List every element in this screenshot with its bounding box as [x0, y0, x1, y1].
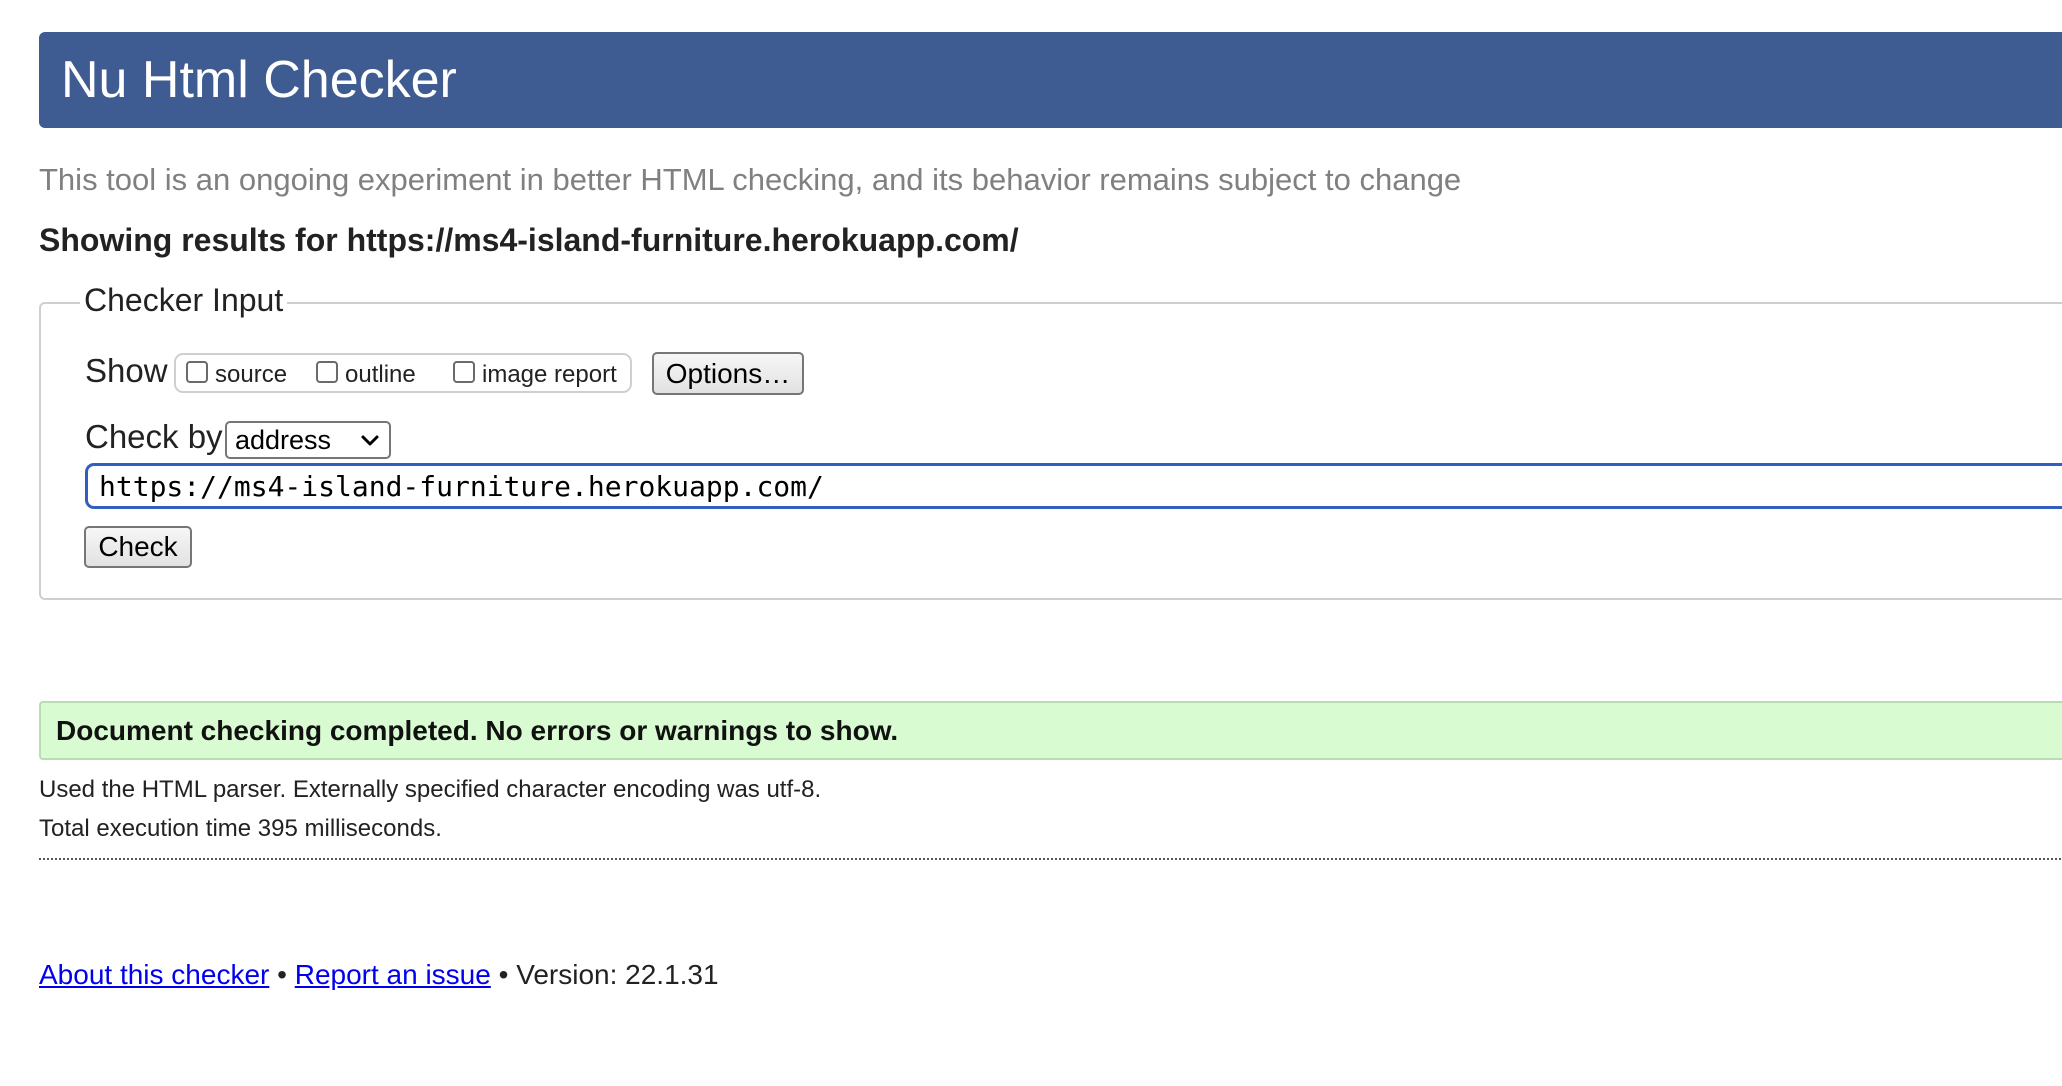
- divider: [39, 858, 2062, 860]
- image-report-checkbox-label[interactable]: image report: [482, 361, 617, 389]
- execution-time: Total execution time 395 milliseconds.: [39, 815, 442, 842]
- source-checkbox-label[interactable]: source: [215, 361, 287, 389]
- success-message: Document checking completed. No errors o…: [39, 701, 2062, 760]
- image-report-checkbox[interactable]: [453, 361, 475, 383]
- show-options-group: source outline image report: [174, 353, 632, 393]
- chevron-down-icon: [361, 435, 379, 446]
- url-input-value: https://ms4-island-furniture.herokuapp.c…: [99, 469, 824, 503]
- report-issue-link[interactable]: Report an issue: [295, 959, 491, 990]
- url-input[interactable]: https://ms4-island-furniture.herokuapp.c…: [85, 463, 2062, 509]
- show-outline-option[interactable]: outline: [316, 357, 416, 393]
- check-by-selected-value: address: [235, 424, 332, 455]
- footer-separator: •: [269, 959, 295, 990]
- version-text: • Version: 22.1.31: [490, 959, 719, 990]
- page: Nu Html Checker This tool is an ongoing …: [0, 0, 2062, 1086]
- about-checker-link[interactable]: About this checker: [39, 959, 269, 990]
- check-by-select[interactable]: address: [225, 421, 391, 459]
- show-label: Show: [85, 352, 168, 389]
- footer: About this checker • Report an issue • V…: [39, 959, 719, 991]
- show-image-report-option[interactable]: image report: [453, 357, 617, 393]
- outline-checkbox[interactable]: [316, 361, 338, 383]
- page-title: Nu Html Checker: [61, 51, 457, 109]
- results-heading: Showing results for https://ms4-island-f…: [39, 222, 1019, 258]
- parser-info: Used the HTML parser. Externally specifi…: [39, 776, 822, 803]
- options-button[interactable]: Options…: [652, 352, 804, 395]
- show-source-option[interactable]: source: [186, 357, 287, 393]
- outline-checkbox-label[interactable]: outline: [345, 361, 416, 389]
- tagline: This tool is an ongoing experiment in be…: [39, 162, 1462, 197]
- source-checkbox[interactable]: [186, 361, 208, 383]
- check-by-label: Check by: [85, 418, 223, 455]
- check-button[interactable]: Check: [84, 526, 192, 568]
- page-header: Nu Html Checker: [39, 32, 2062, 128]
- checker-input-legend: Checker Input: [80, 282, 288, 319]
